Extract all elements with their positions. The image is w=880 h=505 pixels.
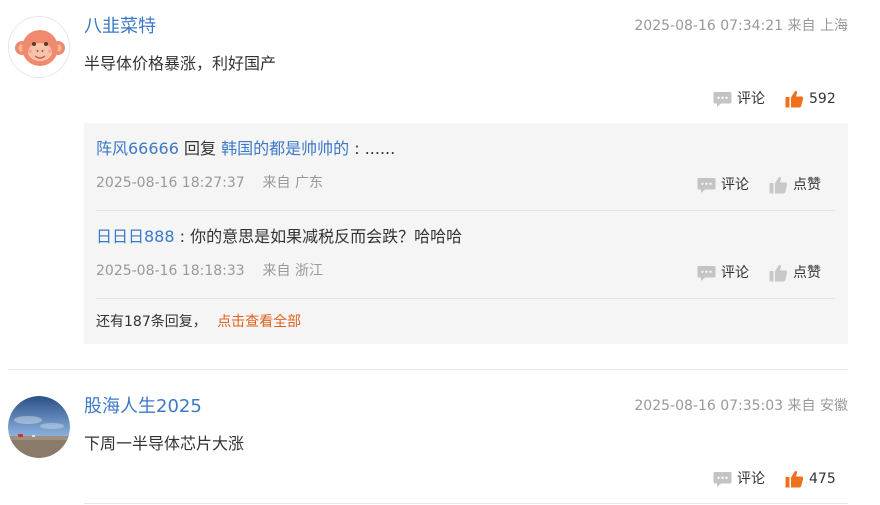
comment-divider (8, 369, 848, 370)
like-button[interactable]: 592 (785, 89, 836, 109)
reply-like-button[interactable]: 点赞 (769, 175, 821, 195)
landscape-avatar-icon (8, 396, 70, 458)
thumbs-up-icon (785, 470, 804, 488)
like-button[interactable]: 475 (785, 469, 836, 489)
reply-meta: 2025-08-16 18:18:33 来自 浙江 (96, 261, 323, 281)
reply-comment-button[interactable]: 评论 (697, 263, 749, 283)
comment-meta: 2025-08-16 07:34:21 来自 上海 (634, 16, 848, 36)
comment-button[interactable]: 评论 (713, 469, 765, 489)
thumbs-up-icon (769, 176, 788, 194)
comment-content: 半导体价格暴涨，利好国产 (84, 54, 277, 73)
speech-bubble-icon (713, 471, 732, 487)
comment-timestamp: 2025-08-16 07:35:03 (634, 398, 784, 414)
reply-divider (96, 210, 835, 211)
comment-content: 下周一半导体芯片大涨 (84, 434, 245, 453)
comment-location: 来自 安徽 (787, 398, 848, 414)
reply-comment-label: 评论 (721, 177, 749, 193)
comment-username[interactable]: 股海人生2025 (84, 395, 202, 419)
reply-word: 回复 (184, 139, 217, 158)
more-replies: 还有187条回复， 点击查看全部 (96, 312, 301, 332)
speech-bubble-icon (697, 265, 716, 281)
reply-text: : 你的意思是如果减税反而会跌？哈哈哈 (174, 227, 463, 246)
avatar[interactable] (8, 396, 70, 458)
reply-location: 来自 浙江 (262, 263, 323, 279)
reply-target-username[interactable]: 韩国的都是帅帅的 (221, 139, 349, 158)
comment-divider (84, 503, 848, 504)
reply-comment-button[interactable]: 评论 (697, 175, 749, 195)
reply-item: 阵风66666 回复 韩国的都是帅帅的 : ...... (96, 138, 395, 160)
comment-location: 来自 上海 (787, 18, 848, 34)
reply-timestamp: 2025-08-16 18:27:37 (96, 175, 245, 191)
comment-timestamp: 2025-08-16 07:34:21 (634, 18, 784, 34)
reply-like-label: 点赞 (793, 177, 821, 193)
reply-divider (96, 298, 835, 299)
reply-like-label: 点赞 (793, 265, 821, 281)
comment-button-label: 评论 (737, 91, 765, 107)
comment-username[interactable]: 八韭菜特 (84, 15, 156, 39)
reply-timestamp: 2025-08-16 18:18:33 (96, 263, 245, 279)
replies-panel: 阵风66666 回复 韩国的都是帅帅的 : ...... 2025-08-16 … (84, 123, 848, 344)
reply-meta: 2025-08-16 18:27:37 来自 广东 (96, 173, 323, 193)
thumbs-up-icon (785, 90, 804, 108)
speech-bubble-icon (713, 91, 732, 107)
like-count: 592 (809, 91, 836, 107)
view-all-replies-link[interactable]: 点击查看全部 (217, 314, 301, 330)
reply-like-button[interactable]: 点赞 (769, 263, 821, 283)
reply-comment-label: 评论 (721, 265, 749, 281)
like-count: 475 (809, 471, 836, 487)
thumbs-up-icon (769, 264, 788, 282)
comment-meta: 2025-08-16 07:35:03 来自 安徽 (634, 396, 848, 416)
reply-username[interactable]: 日日日888 (96, 227, 175, 246)
more-replies-text: 还有187条回复， (96, 314, 207, 330)
monkey-avatar-icon (9, 17, 69, 77)
speech-bubble-icon (697, 177, 716, 193)
comment-button-label: 评论 (737, 471, 765, 487)
avatar[interactable] (8, 16, 70, 78)
reply-location: 来自 广东 (262, 175, 323, 191)
reply-text: : ...... (349, 139, 396, 158)
comment-button[interactable]: 评论 (713, 89, 765, 109)
reply-username[interactable]: 阵风66666 (96, 139, 179, 158)
reply-item: 日日日888 : 你的意思是如果减税反而会跌？哈哈哈 (96, 226, 462, 248)
